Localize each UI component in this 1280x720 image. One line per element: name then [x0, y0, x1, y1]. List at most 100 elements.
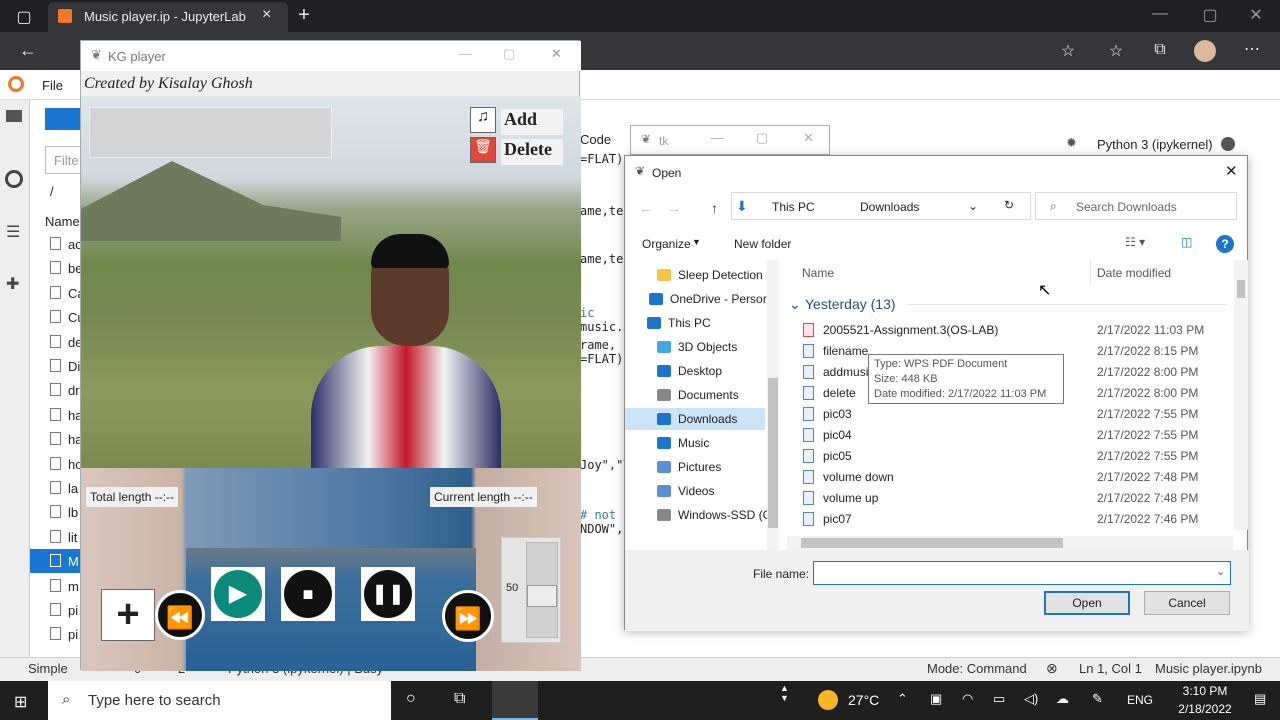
debugger-bug-icon[interactable]: ✹	[1066, 135, 1077, 151]
file-row[interactable]: pic04 2/17/2022 7:55 PM	[797, 426, 1227, 446]
temperature[interactable]: 27°C	[848, 692, 879, 708]
file-row[interactable]: volume up 2/17/2022 7:48 PM	[797, 489, 1227, 509]
nav-item[interactable]: Downloads	[625, 408, 765, 430]
group-chevron-icon[interactable]: ⌄	[789, 296, 801, 313]
nav-item[interactable]: Pictures	[625, 456, 765, 478]
nav-scrollbar[interactable]	[767, 260, 779, 550]
add-button[interactable]: Add	[501, 109, 563, 135]
jupyter-file-row[interactable]: pi	[30, 598, 80, 622]
favorites-icon[interactable]: ☆	[1106, 41, 1126, 61]
file-row[interactable]: volume down 2/17/2022 7:48 PM	[797, 468, 1227, 488]
new-folder-button[interactable]: New folder	[734, 237, 791, 251]
back-arrow-icon[interactable]: ←	[639, 200, 653, 216]
wifi-icon[interactable]: ◠	[962, 691, 973, 707]
cortana-icon[interactable]: ○	[406, 690, 416, 708]
collections-icon[interactable]: ⧉	[1150, 41, 1170, 59]
rewind-button[interactable]: ⏪	[155, 590, 205, 640]
playlist-box[interactable]	[89, 107, 332, 158]
nav-item[interactable]: Desktop	[625, 360, 765, 382]
forward-arrow-icon[interactable]: →	[667, 200, 681, 216]
clock-date[interactable]: 2/18/2022	[1160, 702, 1250, 716]
stop-icon[interactable]: ■	[284, 570, 332, 618]
nav-item[interactable]: Videos	[625, 480, 765, 502]
nav-item[interactable]: Documents	[625, 384, 765, 406]
jupyter-file-row[interactable]: M	[30, 549, 80, 574]
filename-input[interactable]: ⌄	[813, 561, 1231, 585]
extensions-icon[interactable]: ✚	[6, 274, 19, 294]
jupyter-file-row[interactable]: ac	[30, 232, 82, 256]
file-hscroll-thumb[interactable]	[801, 538, 1063, 548]
tk-close-icon[interactable]: ✕	[803, 130, 814, 146]
nav-item[interactable]: Sleep Detection	[625, 264, 765, 286]
play-button[interactable]: ▶	[211, 567, 265, 621]
column-name-header[interactable]: Name	[802, 266, 834, 280]
pen-icon[interactable]: ✎	[1092, 691, 1103, 707]
jupyter-file-row[interactable]: Ca	[30, 281, 85, 305]
profile-avatar[interactable]	[1194, 40, 1216, 62]
address-breadcrumb[interactable]: ⬇ This PC Downloads ⌄ ↻	[731, 192, 1031, 220]
trash-icon[interactable]: 🗑	[470, 137, 496, 163]
file-hscrollbar[interactable]	[787, 536, 1233, 550]
commands-icon[interactable]: ☰	[6, 222, 20, 242]
nav-item[interactable]: This PC	[625, 312, 765, 334]
file-row[interactable]: pic05 2/17/2022 7:55 PM	[797, 447, 1227, 467]
search-box[interactable]: ⌕ Search Downloads	[1035, 192, 1237, 220]
pause-icon[interactable]: ❚❚	[364, 570, 412, 618]
jupyter-file-row[interactable]: la	[30, 476, 80, 500]
tk-maximize-icon[interactable]: ▢	[756, 130, 768, 146]
maximize-icon[interactable]: ▢	[1200, 5, 1220, 25]
browser-tab[interactable]: Music player.ip - JupyterLab ×	[48, 2, 288, 32]
task-view-icon[interactable]: ⧉	[454, 690, 465, 708]
minimize-icon[interactable]: —	[1150, 5, 1170, 23]
folder-icon[interactable]	[6, 110, 22, 122]
crumb-this-pc[interactable]: This PC	[772, 200, 815, 214]
jupyter-file-row[interactable]: Di	[30, 354, 80, 378]
play-icon[interactable]: ▶	[214, 570, 262, 618]
new-tab-button[interactable]: +	[294, 4, 314, 27]
file-vscrollbar[interactable]	[1234, 260, 1248, 530]
jupyter-file-row[interactable]: de	[30, 330, 82, 354]
file-row[interactable]: pic03 2/17/2022 7:55 PM	[797, 405, 1227, 425]
taskbar-search-box[interactable]: ⌕ Type here to search	[48, 681, 391, 720]
file-col-name[interactable]: Name	[45, 214, 80, 229]
crumb-downloads[interactable]: Downloads	[860, 200, 919, 214]
refresh-icon[interactable]: ↻	[1004, 198, 1014, 212]
group-header[interactable]: Yesterday (13)	[805, 296, 896, 312]
simple-toggle-label[interactable]: Simple	[28, 661, 68, 676]
nav-item[interactable]: Music	[625, 432, 765, 454]
file-vscroll-thumb[interactable]	[1237, 280, 1245, 298]
preview-pane-icon[interactable]: ◫	[1181, 235, 1192, 249]
clock-time[interactable]: 3:10 PM	[1170, 684, 1240, 698]
player-maximize-icon[interactable]: ▢	[503, 46, 515, 62]
player-minimize-icon[interactable]: —	[459, 46, 472, 61]
cell-type-label[interactable]: Code	[580, 132, 630, 147]
up-arrow-icon[interactable]: ↑	[711, 200, 718, 216]
tray-app-icon[interactable]: ▣	[930, 691, 942, 707]
jupyter-file-row[interactable]: Cu	[30, 305, 85, 329]
add-song-plus-button[interactable]: +	[101, 589, 155, 641]
jupyter-file-row[interactable]: dr	[30, 378, 80, 402]
history-chevron-icon[interactable]: ⌄	[968, 199, 978, 213]
cursor-position[interactable]: Ln 1, Col 1	[1079, 661, 1142, 676]
notification-icon[interactable]: ▤	[1254, 691, 1266, 707]
player-close-icon[interactable]: ✕	[551, 46, 562, 62]
nav-item[interactable]: OneDrive - Persor	[625, 288, 767, 310]
jupyter-file-row[interactable]: lit	[30, 525, 80, 549]
windows-start-icon[interactable]: ⊞	[14, 692, 27, 712]
view-options-icon[interactable]: ☷ ▾	[1125, 235, 1145, 249]
nav-item[interactable]: Windows-SSD (C	[625, 504, 771, 526]
more-icon[interactable]: ⋯	[1240, 39, 1264, 59]
sidebar-toggle-icon[interactable]: ▢	[14, 7, 34, 27]
organize-chevron-icon[interactable]: ▼	[692, 237, 701, 247]
menu-file[interactable]: File	[42, 78, 63, 93]
language-indicator[interactable]: ENG	[1127, 693, 1153, 707]
new-launcher-button[interactable]	[45, 108, 85, 130]
help-icon[interactable]: ?	[1216, 235, 1234, 253]
open-button[interactable]: Open	[1044, 591, 1130, 615]
python-app-icon[interactable]	[492, 681, 538, 720]
back-icon[interactable]: ←	[16, 40, 40, 61]
window-close-icon[interactable]: ✕	[1246, 5, 1266, 25]
jupyter-file-row[interactable]: ho	[30, 452, 82, 476]
favorite-add-icon[interactable]: ☆	[1058, 41, 1078, 61]
pause-button[interactable]: ❚❚	[361, 567, 415, 621]
